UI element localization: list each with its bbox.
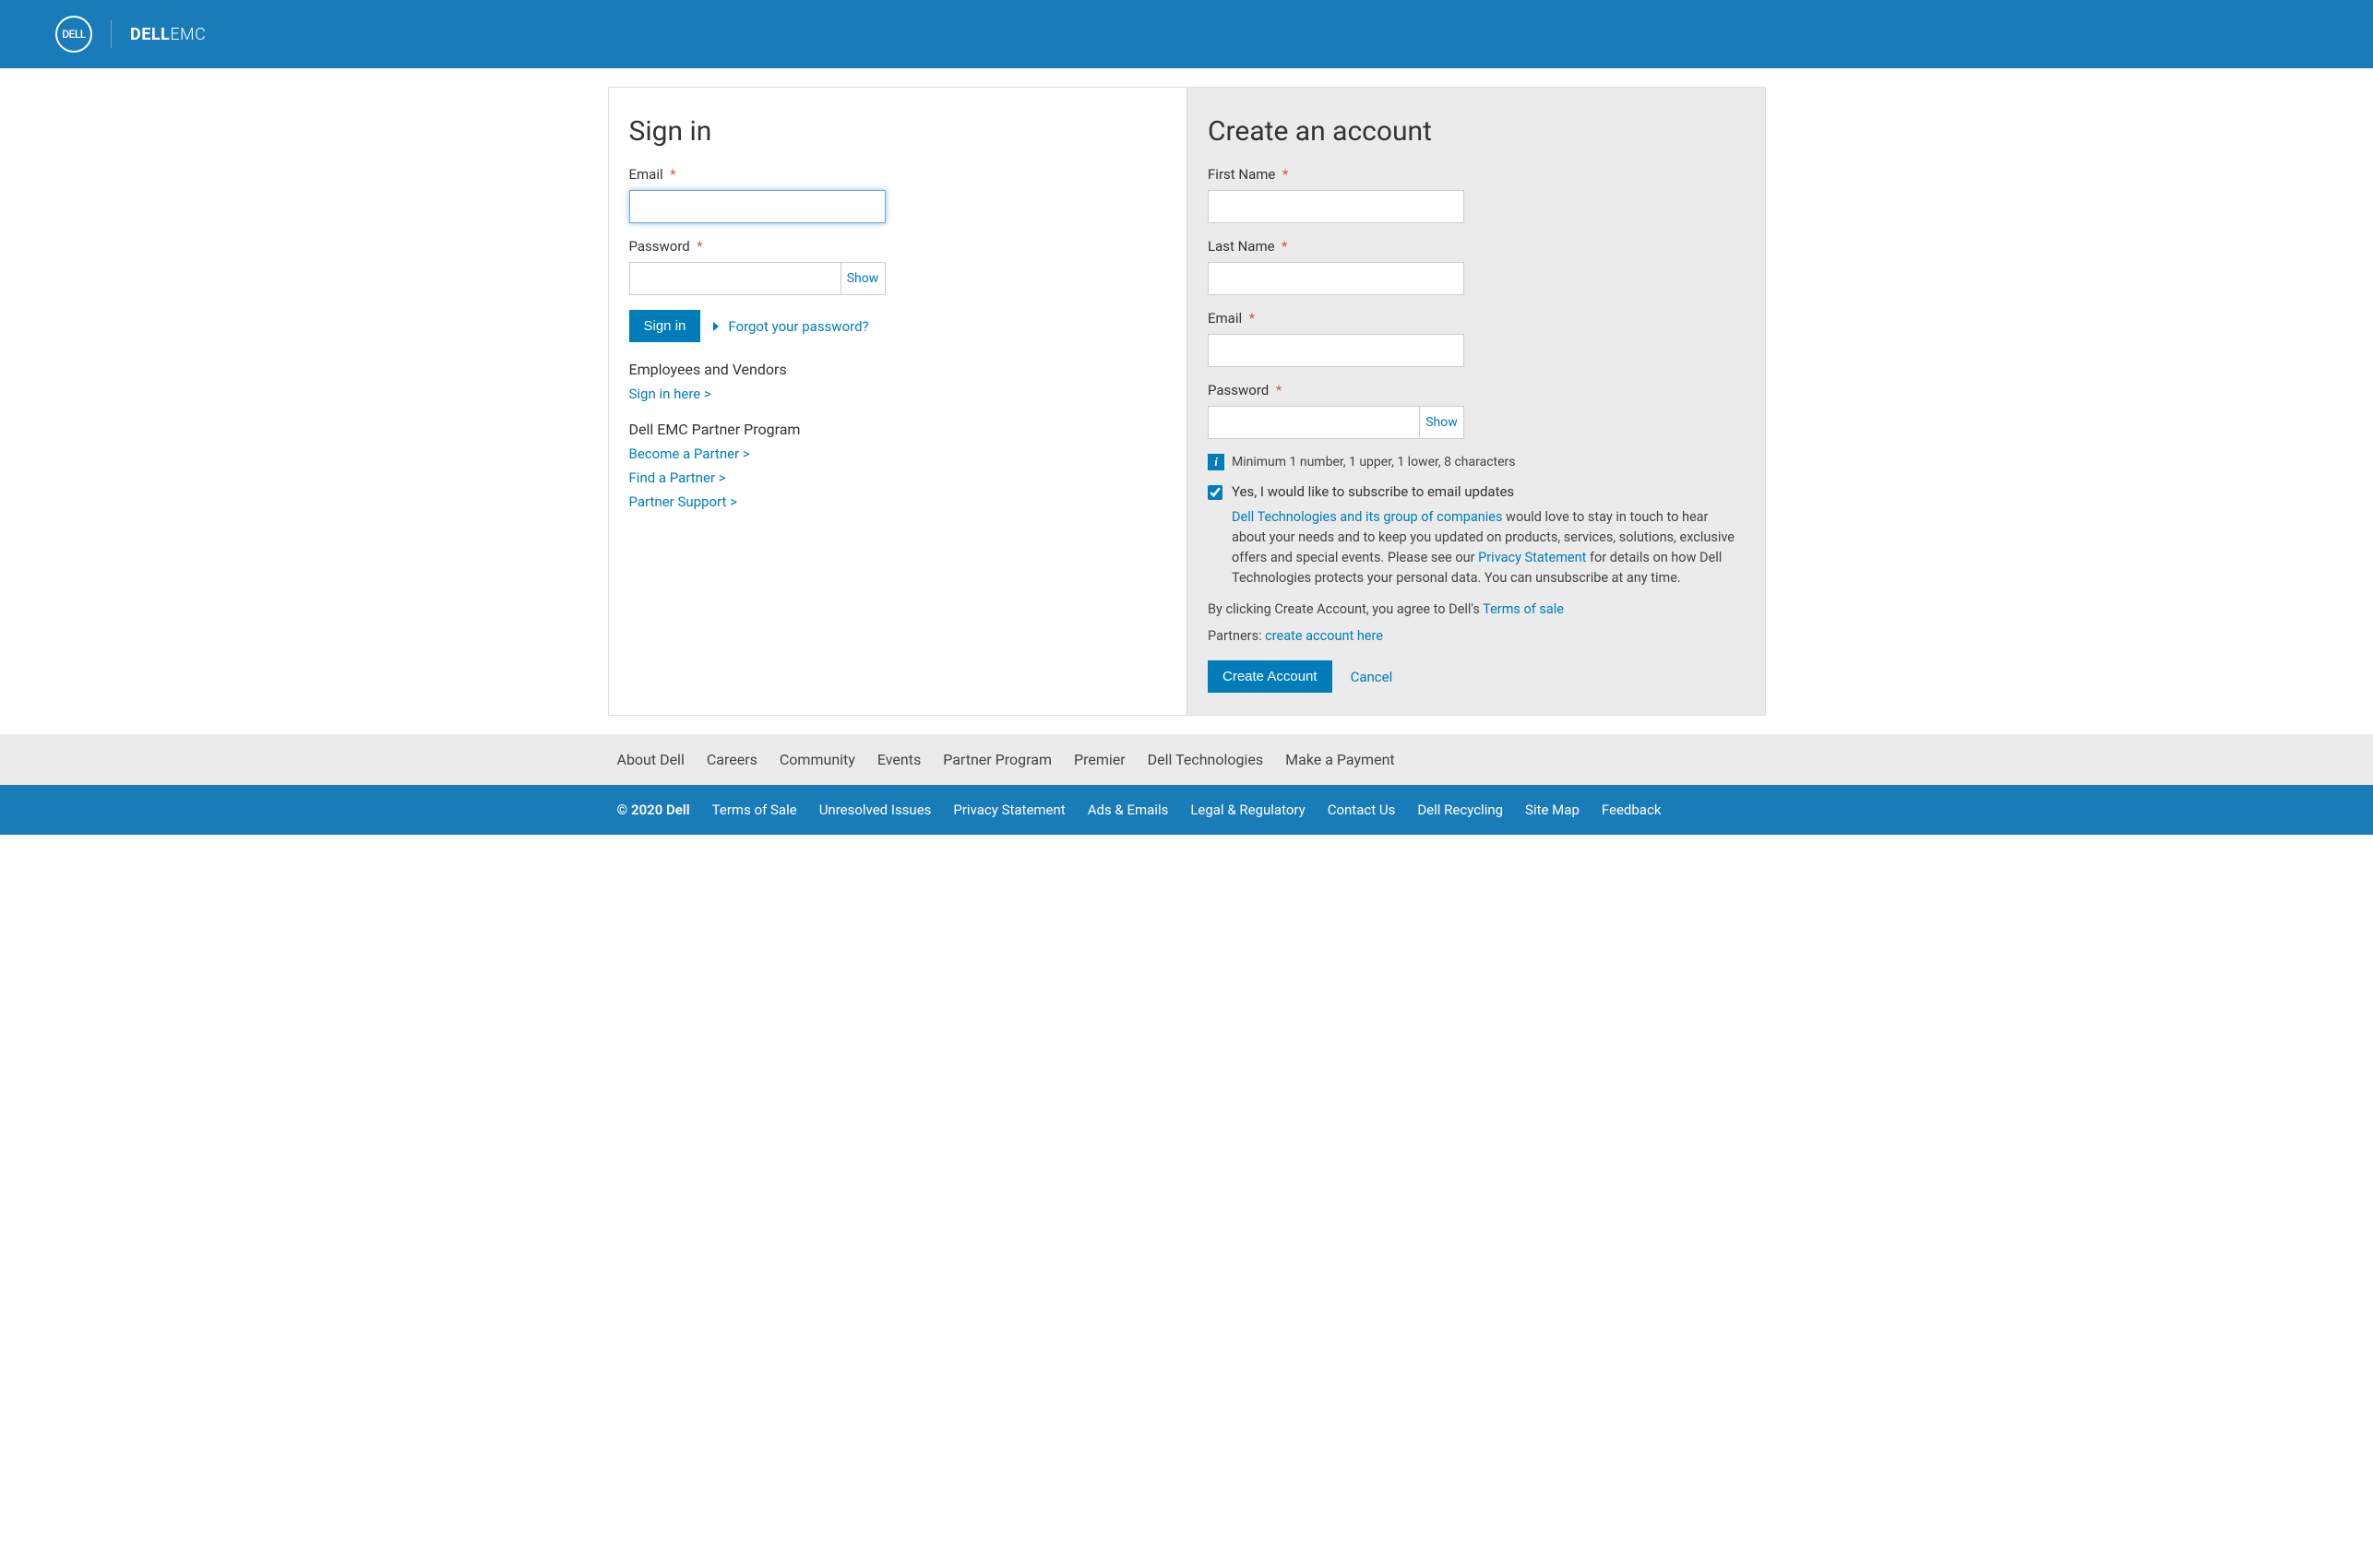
legal-recycling-link[interactable]: Dell Recycling bbox=[1417, 802, 1503, 818]
dellemc-logo[interactable]: DELLEMC bbox=[130, 25, 206, 44]
footer-tech-link[interactable]: Dell Technologies bbox=[1148, 751, 1263, 768]
legal-unresolved-link[interactable]: Unresolved Issues bbox=[819, 802, 932, 818]
legal-contact-link[interactable]: Contact Us bbox=[1328, 802, 1396, 818]
last-name-input[interactable] bbox=[1208, 262, 1464, 295]
forgot-password-link[interactable]: Forgot your password? bbox=[728, 318, 868, 335]
partner-support-link[interactable]: Partner Support > bbox=[629, 490, 1167, 514]
footer-about-link[interactable]: About Dell bbox=[617, 751, 685, 768]
legal-terms-link[interactable]: Terms of Sale bbox=[712, 802, 797, 818]
legal-privacy-link[interactable]: Privacy Statement bbox=[953, 802, 1065, 818]
become-partner-link[interactable]: Become a Partner > bbox=[629, 442, 1167, 466]
email-field-group: Email * bbox=[629, 166, 1167, 223]
legal-regulatory-link[interactable]: Legal & Regulatory bbox=[1190, 802, 1305, 818]
signin-password-input[interactable] bbox=[629, 262, 841, 295]
copyright-text: © 2020 Dell bbox=[617, 802, 690, 818]
first-name-input[interactable] bbox=[1208, 190, 1464, 223]
last-name-label: Last Name * bbox=[1208, 238, 1745, 255]
create-account-panel: Create an account First Name * Last Name… bbox=[1186, 88, 1765, 715]
dell-companies-link[interactable]: Dell Technologies and its group of compa… bbox=[1232, 509, 1502, 525]
terms-line: By clicking Create Account, you agree to… bbox=[1208, 601, 1745, 617]
partners-create-link[interactable]: create account here bbox=[1265, 628, 1383, 644]
legal-sitemap-link[interactable]: Site Map bbox=[1525, 802, 1580, 818]
caret-right-icon bbox=[713, 322, 719, 331]
create-show-password-button[interactable]: Show bbox=[1420, 406, 1464, 439]
password-label: Password * bbox=[629, 238, 1167, 255]
footer-community-link[interactable]: Community bbox=[780, 751, 855, 768]
footer-events-link[interactable]: Events bbox=[877, 751, 921, 768]
footer-payment-link[interactable]: Make a Payment bbox=[1285, 751, 1395, 768]
info-icon: i bbox=[1208, 454, 1224, 470]
create-password-label: Password * bbox=[1208, 382, 1745, 398]
email-label: Email * bbox=[629, 166, 1167, 183]
main-container: Sign in Email * Password * Show Sign in … bbox=[608, 87, 1766, 716]
password-hint: Minimum 1 number, 1 upper, 1 lower, 8 ch… bbox=[1232, 455, 1516, 469]
footer-partner-link[interactable]: Partner Program bbox=[943, 751, 1052, 768]
footer-legal: © 2020 Dell Terms of Sale Unresolved Iss… bbox=[0, 785, 2373, 835]
cancel-link[interactable]: Cancel bbox=[1351, 669, 1393, 685]
subscribe-label: Yes, I would like to subscribe to email … bbox=[1232, 483, 1514, 500]
subscribe-checkbox[interactable] bbox=[1208, 485, 1222, 500]
signin-button[interactable]: Sign in bbox=[629, 310, 701, 342]
employees-heading: Employees and Vendors bbox=[629, 361, 1167, 378]
create-account-button[interactable]: Create Account bbox=[1208, 660, 1332, 693]
partner-program-heading: Dell EMC Partner Program bbox=[629, 421, 1167, 438]
header-divider bbox=[111, 20, 112, 48]
dell-logo-icon[interactable]: DELL bbox=[55, 16, 92, 53]
legal-feedback-link[interactable]: Feedback bbox=[1602, 802, 1662, 818]
footer-nav: About Dell Careers Community Events Part… bbox=[0, 734, 2373, 785]
privacy-statement-link[interactable]: Privacy Statement bbox=[1478, 550, 1586, 565]
signin-title: Sign in bbox=[629, 115, 1167, 148]
create-email-input[interactable] bbox=[1208, 334, 1464, 367]
signin-show-password-button[interactable]: Show bbox=[841, 262, 886, 295]
header: DELL DELLEMC bbox=[0, 0, 2373, 68]
create-title: Create an account bbox=[1208, 115, 1745, 148]
footer-premier-link[interactable]: Premier bbox=[1074, 751, 1126, 768]
find-partner-link[interactable]: Find a Partner > bbox=[629, 466, 1167, 490]
consent-text: Dell Technologies and its group of compa… bbox=[1232, 507, 1745, 588]
signin-email-input[interactable] bbox=[629, 190, 886, 223]
create-password-input[interactable] bbox=[1208, 406, 1420, 439]
partners-line: Partners: create account here bbox=[1208, 628, 1745, 644]
password-field-group: Password * Show bbox=[629, 238, 1167, 295]
create-email-label: Email * bbox=[1208, 310, 1745, 327]
legal-ads-link[interactable]: Ads & Emails bbox=[1088, 802, 1169, 818]
footer-careers-link[interactable]: Careers bbox=[707, 751, 757, 768]
terms-of-sale-link[interactable]: Terms of sale bbox=[1483, 601, 1564, 617]
employees-signin-link[interactable]: Sign in here > bbox=[629, 382, 1167, 406]
first-name-label: First Name * bbox=[1208, 166, 1745, 183]
signin-panel: Sign in Email * Password * Show Sign in … bbox=[609, 88, 1187, 715]
